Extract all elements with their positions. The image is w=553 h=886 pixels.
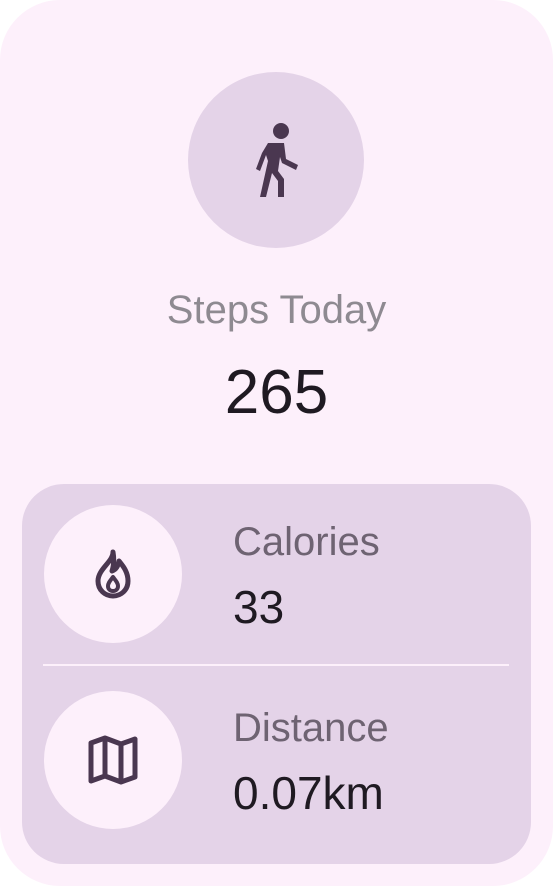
distance-row: Distance 0.07km <box>22 691 531 841</box>
distance-label: Distance <box>233 706 389 750</box>
calories-label: Calories <box>233 520 380 564</box>
flame-icon <box>95 549 131 599</box>
map-icon <box>88 735 138 785</box>
calories-row: Calories 33 <box>22 505 531 655</box>
stats-panel: Calories 33 Distance 0.07km <box>22 484 531 864</box>
stats-divider <box>43 664 509 666</box>
hero-icon-circle <box>188 72 364 248</box>
steps-card: Steps Today 265 Calories 33 Distance 0.0… <box>0 0 553 886</box>
distance-value: 0.07km <box>233 767 384 819</box>
distance-icon-circle <box>44 691 182 829</box>
steps-today-value: 265 <box>224 358 329 427</box>
calories-icon-circle <box>44 505 182 643</box>
calories-value: 33 <box>233 581 285 633</box>
walking-person-icon <box>256 123 298 197</box>
steps-today-label: Steps Today <box>166 288 387 332</box>
